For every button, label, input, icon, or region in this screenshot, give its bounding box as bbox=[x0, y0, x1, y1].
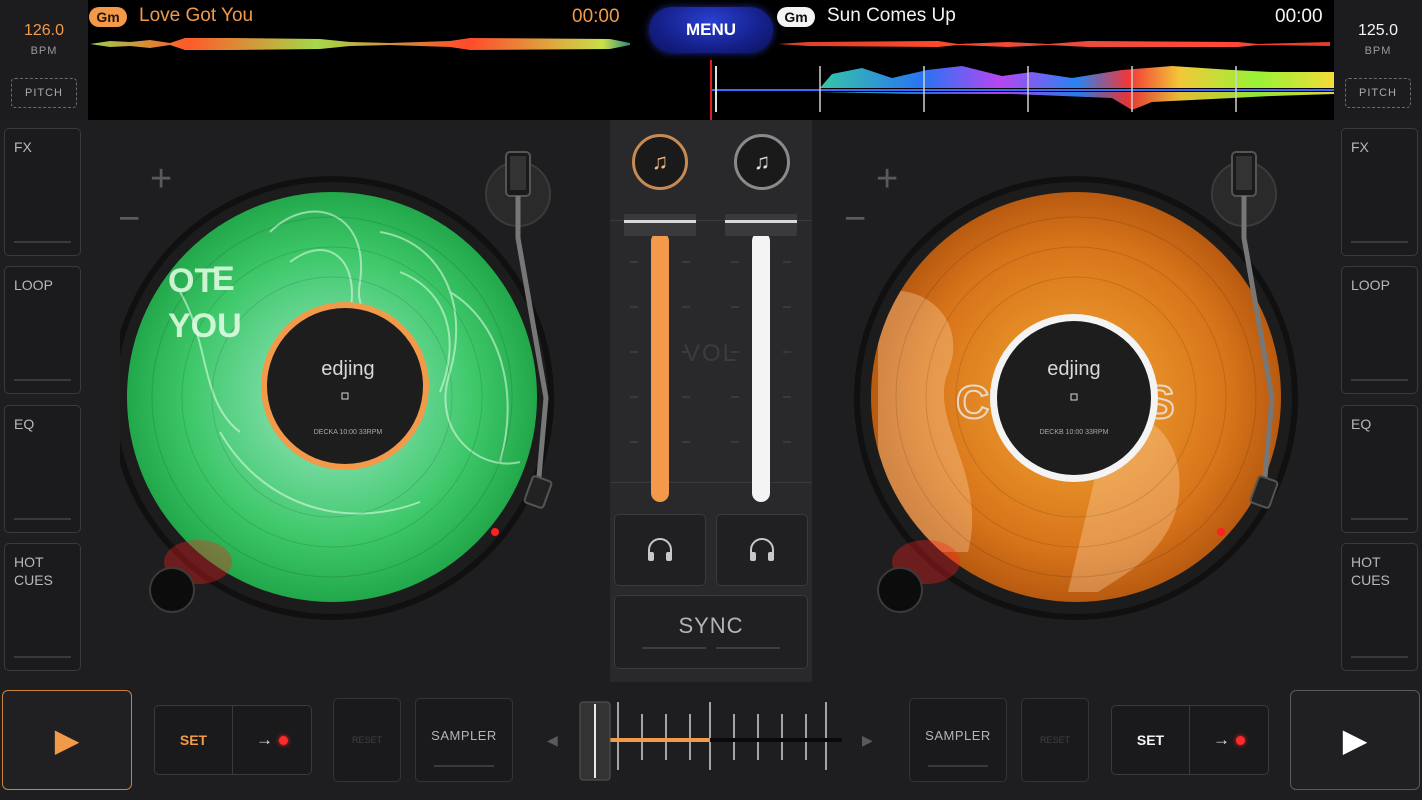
deck-a-tonearm[interactable] bbox=[480, 148, 570, 548]
bottom-bar: ▶ SET → RESET SAMPLER ◀ ▶ SAMPLER RESET … bbox=[0, 682, 1422, 800]
deck-b-fx-button[interactable]: FX bbox=[1341, 128, 1418, 256]
deck-a-cue-group: SET → bbox=[154, 705, 312, 775]
record-dot-icon bbox=[279, 735, 288, 745]
deck-a-cover-text-1: E bbox=[212, 260, 235, 298]
deck-b-play-button[interactable]: ▶ bbox=[1290, 690, 1420, 790]
deck-a-fx-indicator bbox=[14, 241, 71, 243]
deck-b-volume-fader[interactable] bbox=[723, 202, 799, 502]
deck-b-loop-button[interactable]: LOOP bbox=[1341, 266, 1418, 394]
deck-a-key-badge: Gm bbox=[89, 7, 127, 27]
deck-b-zoomed-waveform[interactable] bbox=[712, 58, 1334, 120]
deck-a-fx-knob[interactable]: ♫ bbox=[632, 134, 688, 190]
deck-b-sampler-label: SAMPLER bbox=[925, 728, 991, 743]
deck-b-fx-indicator bbox=[1351, 241, 1408, 243]
deck-a-eq-indicator bbox=[14, 518, 71, 520]
deck-b-bpm-value: 125.0 bbox=[1357, 22, 1399, 39]
deck-b-fx-label: FX bbox=[1351, 139, 1369, 155]
deck-a-hot-cues-button[interactable]: HOT CUES bbox=[4, 543, 81, 671]
deck-a-loop-indicator bbox=[14, 379, 71, 381]
deck-a-cover-text-3: YOU bbox=[168, 307, 242, 345]
sync-label: SYNC bbox=[678, 613, 744, 638]
play-icon: ▶ bbox=[54, 722, 80, 758]
deck-b-headphone-button[interactable] bbox=[716, 514, 808, 586]
playhead-marker bbox=[710, 60, 712, 120]
deck-a-loop-button[interactable]: LOOP bbox=[4, 266, 81, 394]
deck-a-track-title: Love Got You bbox=[139, 5, 254, 26]
top-bar: 126.0 BPM PITCH Gm Love Got You 00:00 ME… bbox=[0, 0, 1422, 120]
deck-a-track-time: 00:00 bbox=[572, 6, 620, 27]
deck-b-reset-button[interactable]: RESET bbox=[1021, 698, 1089, 782]
deck-a-fx-button[interactable]: FX bbox=[4, 128, 81, 256]
deck-b-key-badge: Gm bbox=[777, 7, 815, 27]
deck-b-bpm-panel: 125.0 BPM PITCH bbox=[1334, 0, 1422, 120]
deck-a-bpm-value: 126.0 bbox=[23, 22, 65, 39]
deck-a-sampler-label: SAMPLER bbox=[431, 728, 497, 743]
deck-b-hot-cues-label: HOT CUES bbox=[1351, 554, 1390, 588]
deck-b-record-sublabel: DECKB 10:00 33RPM bbox=[1040, 429, 1109, 436]
deck-a-hot-cues-indicator bbox=[14, 656, 71, 658]
deck-a-cover-text-2: OT bbox=[168, 262, 215, 300]
deck-b-loop-indicator bbox=[1351, 379, 1408, 381]
deck-b-bpm-unit: BPM bbox=[1364, 45, 1392, 57]
crossfader[interactable] bbox=[572, 698, 852, 784]
deck-b-hot-cues-indicator bbox=[1351, 656, 1408, 658]
deck-b-cue-group: SET → bbox=[1111, 705, 1269, 775]
deck-a-volume-fader[interactable] bbox=[622, 202, 698, 502]
deck-a-bpm-panel: 126.0 BPM PITCH bbox=[0, 0, 88, 120]
music-note-icon: ♫ bbox=[753, 149, 771, 174]
deck-b-tonearm[interactable] bbox=[1206, 148, 1296, 548]
deck-b-cue-jump-button[interactable]: → bbox=[1190, 706, 1268, 774]
crossfader-left-arrow-icon[interactable]: ◀ bbox=[547, 732, 558, 749]
deck-b-eq-label: EQ bbox=[1351, 416, 1372, 432]
deck-b-eq-button[interactable]: EQ bbox=[1341, 405, 1418, 533]
deck-a-overview-waveform[interactable] bbox=[90, 34, 630, 54]
deck-a-loop-label: LOOP bbox=[14, 277, 53, 293]
deck-a-eq-button[interactable]: EQ bbox=[4, 405, 81, 533]
deck-a-fx-label: FX bbox=[14, 139, 32, 155]
deck-a-pitch-button[interactable]: PITCH bbox=[11, 78, 77, 108]
sync-indicator-b bbox=[716, 647, 780, 649]
svg-text:C: C bbox=[956, 376, 989, 428]
arrow-right-icon: → bbox=[256, 730, 273, 749]
deck-b-eq-indicator bbox=[1351, 518, 1408, 520]
deck-a-headphone-button[interactable] bbox=[614, 514, 706, 586]
music-note-icon: ♫ bbox=[651, 149, 669, 174]
deck-b-overview-waveform[interactable] bbox=[778, 37, 1330, 51]
deck-b-sampler-button[interactable]: SAMPLER bbox=[909, 698, 1007, 782]
deck-a-eq-label: EQ bbox=[14, 416, 35, 432]
deck-b-record-label: edjing bbox=[1047, 358, 1100, 380]
deck-b-cue-set-button[interactable]: SET bbox=[1112, 706, 1190, 774]
record-dot-icon bbox=[1236, 735, 1245, 745]
deck-a-record-label: edjing bbox=[321, 358, 374, 380]
headphones-icon bbox=[648, 538, 672, 561]
deck-a-record-sublabel: DECKA 10:00 33RPM bbox=[314, 429, 383, 436]
deck-b-track-time: 00:00 bbox=[1275, 6, 1323, 27]
play-icon: ▶ bbox=[1342, 722, 1368, 758]
mixer-panel: ♫ ♫ VOL SYNC bbox=[610, 120, 812, 682]
arrow-right-icon: → bbox=[1213, 730, 1230, 749]
deck-a-sampler-button[interactable]: SAMPLER bbox=[415, 698, 513, 782]
deck-b-hot-cues-button[interactable]: HOT CUES bbox=[1341, 543, 1418, 671]
sync-button[interactable]: SYNC bbox=[614, 595, 808, 669]
deck-a-cue-jump-button[interactable]: → bbox=[233, 706, 311, 774]
deck-a-cue-set-button[interactable]: SET bbox=[155, 706, 233, 774]
deck-a-reset-button[interactable]: RESET bbox=[333, 698, 401, 782]
deck-a-hot-cues-label: HOT CUES bbox=[14, 554, 53, 588]
crossfader-right-arrow-icon[interactable]: ▶ bbox=[862, 732, 873, 749]
deck-b-fx-knob[interactable]: ♫ bbox=[734, 134, 790, 190]
deck-b-sampler-indicator bbox=[928, 765, 988, 767]
deck-a-bpm-unit: BPM bbox=[30, 45, 58, 57]
deck-b-pitch-button[interactable]: PITCH bbox=[1345, 78, 1411, 108]
headphones-icon bbox=[750, 538, 774, 561]
deck-b-track-title: Sun Comes Up bbox=[827, 5, 956, 26]
deck-a-play-button[interactable]: ▶ bbox=[2, 690, 132, 790]
sync-indicator-a bbox=[642, 647, 706, 649]
menu-button[interactable]: MENU bbox=[649, 7, 773, 53]
deck-a-sampler-indicator bbox=[434, 765, 494, 767]
deck-b-loop-label: LOOP bbox=[1351, 277, 1390, 293]
